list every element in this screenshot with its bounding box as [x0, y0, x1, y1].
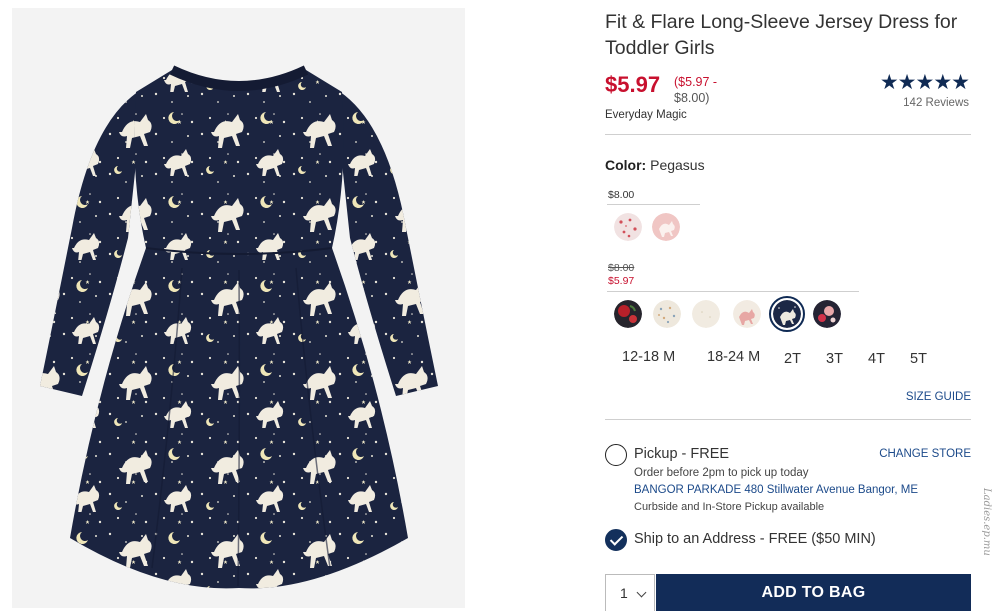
swatch-dotted-pink[interactable] [614, 213, 642, 241]
swatch-group1-price: $8.00 [608, 189, 635, 201]
size-option-12-18m[interactable]: 12-18 M [622, 349, 675, 365]
color-selected-name: Pegasus [650, 157, 705, 173]
color-label-title: Color: [605, 157, 647, 173]
price-row: $5.97 ($5.97 - $8.00) Everyday Magic ★★★… [605, 70, 971, 130]
pickup-radio[interactable] [605, 444, 627, 466]
size-option-3t[interactable]: 3T [826, 351, 843, 367]
product-image[interactable] [12, 8, 465, 608]
price-range-line1: ($5.97 - [674, 75, 718, 89]
swatch-cream-unicorn[interactable] [733, 300, 761, 328]
swatch-group2-sale-price: $5.97 [608, 275, 635, 287]
swatch-pegasus[interactable] [773, 300, 801, 328]
size-option-5t[interactable]: 5T [910, 351, 927, 367]
swatch-navy-roses[interactable] [614, 300, 642, 328]
store-name-link[interactable]: BANGOR PARKADE 480 Stillwater Avenue Ban… [634, 484, 918, 496]
size-option-2t[interactable]: 2T [784, 351, 801, 367]
color-label: Color: Pegasus [605, 157, 705, 173]
swatch-pink-floral[interactable] [652, 213, 680, 241]
reviews-link[interactable]: 142 Reviews [903, 97, 969, 109]
quantity-select[interactable]: 1 [605, 574, 655, 611]
promo-label: Everyday Magic [605, 109, 687, 121]
size-options: 12-18 M 18-24 M 2T 3T 4T 5T [622, 349, 952, 373]
rating-stars[interactable]: ★★★★★ [880, 70, 970, 95]
price-range: ($5.97 - $8.00) [674, 74, 734, 106]
swatch-group2-price: $8.00 $5.97 [608, 262, 634, 288]
product-details: Fit & Flare Long-Sleeve Jersey Dress for… [605, 0, 973, 611]
swatch-navy-floral[interactable] [813, 300, 841, 328]
pickup-availability: Curbside and In-Store Pickup available [634, 501, 825, 513]
pickup-label[interactable]: Pickup - FREE [634, 446, 729, 462]
divider [605, 419, 971, 420]
ship-label[interactable]: Ship to an Address - FREE ($50 MIN) [634, 531, 876, 547]
dress-illustration [40, 65, 438, 589]
change-store-link[interactable]: CHANGE STORE [879, 448, 971, 460]
chevron-down-icon [636, 587, 647, 598]
watermark: Ladies.ep.mu [981, 488, 992, 556]
swatch-cream-dots[interactable] [653, 300, 681, 328]
ship-radio[interactable] [605, 529, 627, 551]
size-guide-link[interactable]: SIZE GUIDE [906, 391, 971, 403]
sale-price: $5.97 [605, 72, 661, 97]
add-to-bag-button[interactable]: ADD TO BAG [656, 574, 971, 611]
size-option-4t[interactable]: 4T [868, 351, 885, 367]
swatch-group1-divider [607, 204, 700, 205]
divider [605, 134, 971, 135]
quantity-value: 1 [620, 585, 628, 601]
pickup-order-note: Order before 2pm to pick up today [634, 467, 809, 479]
swatch-group2-orig-price: $8.00 [608, 262, 635, 274]
price-range-line2: $8.00) [674, 91, 710, 105]
swatch-cream-plain[interactable] [692, 300, 720, 328]
swatch-group2-divider [607, 291, 859, 292]
product-title: Fit & Flare Long-Sleeve Jersey Dress for… [605, 11, 958, 59]
size-option-18-24m[interactable]: 18-24 M [707, 349, 760, 365]
